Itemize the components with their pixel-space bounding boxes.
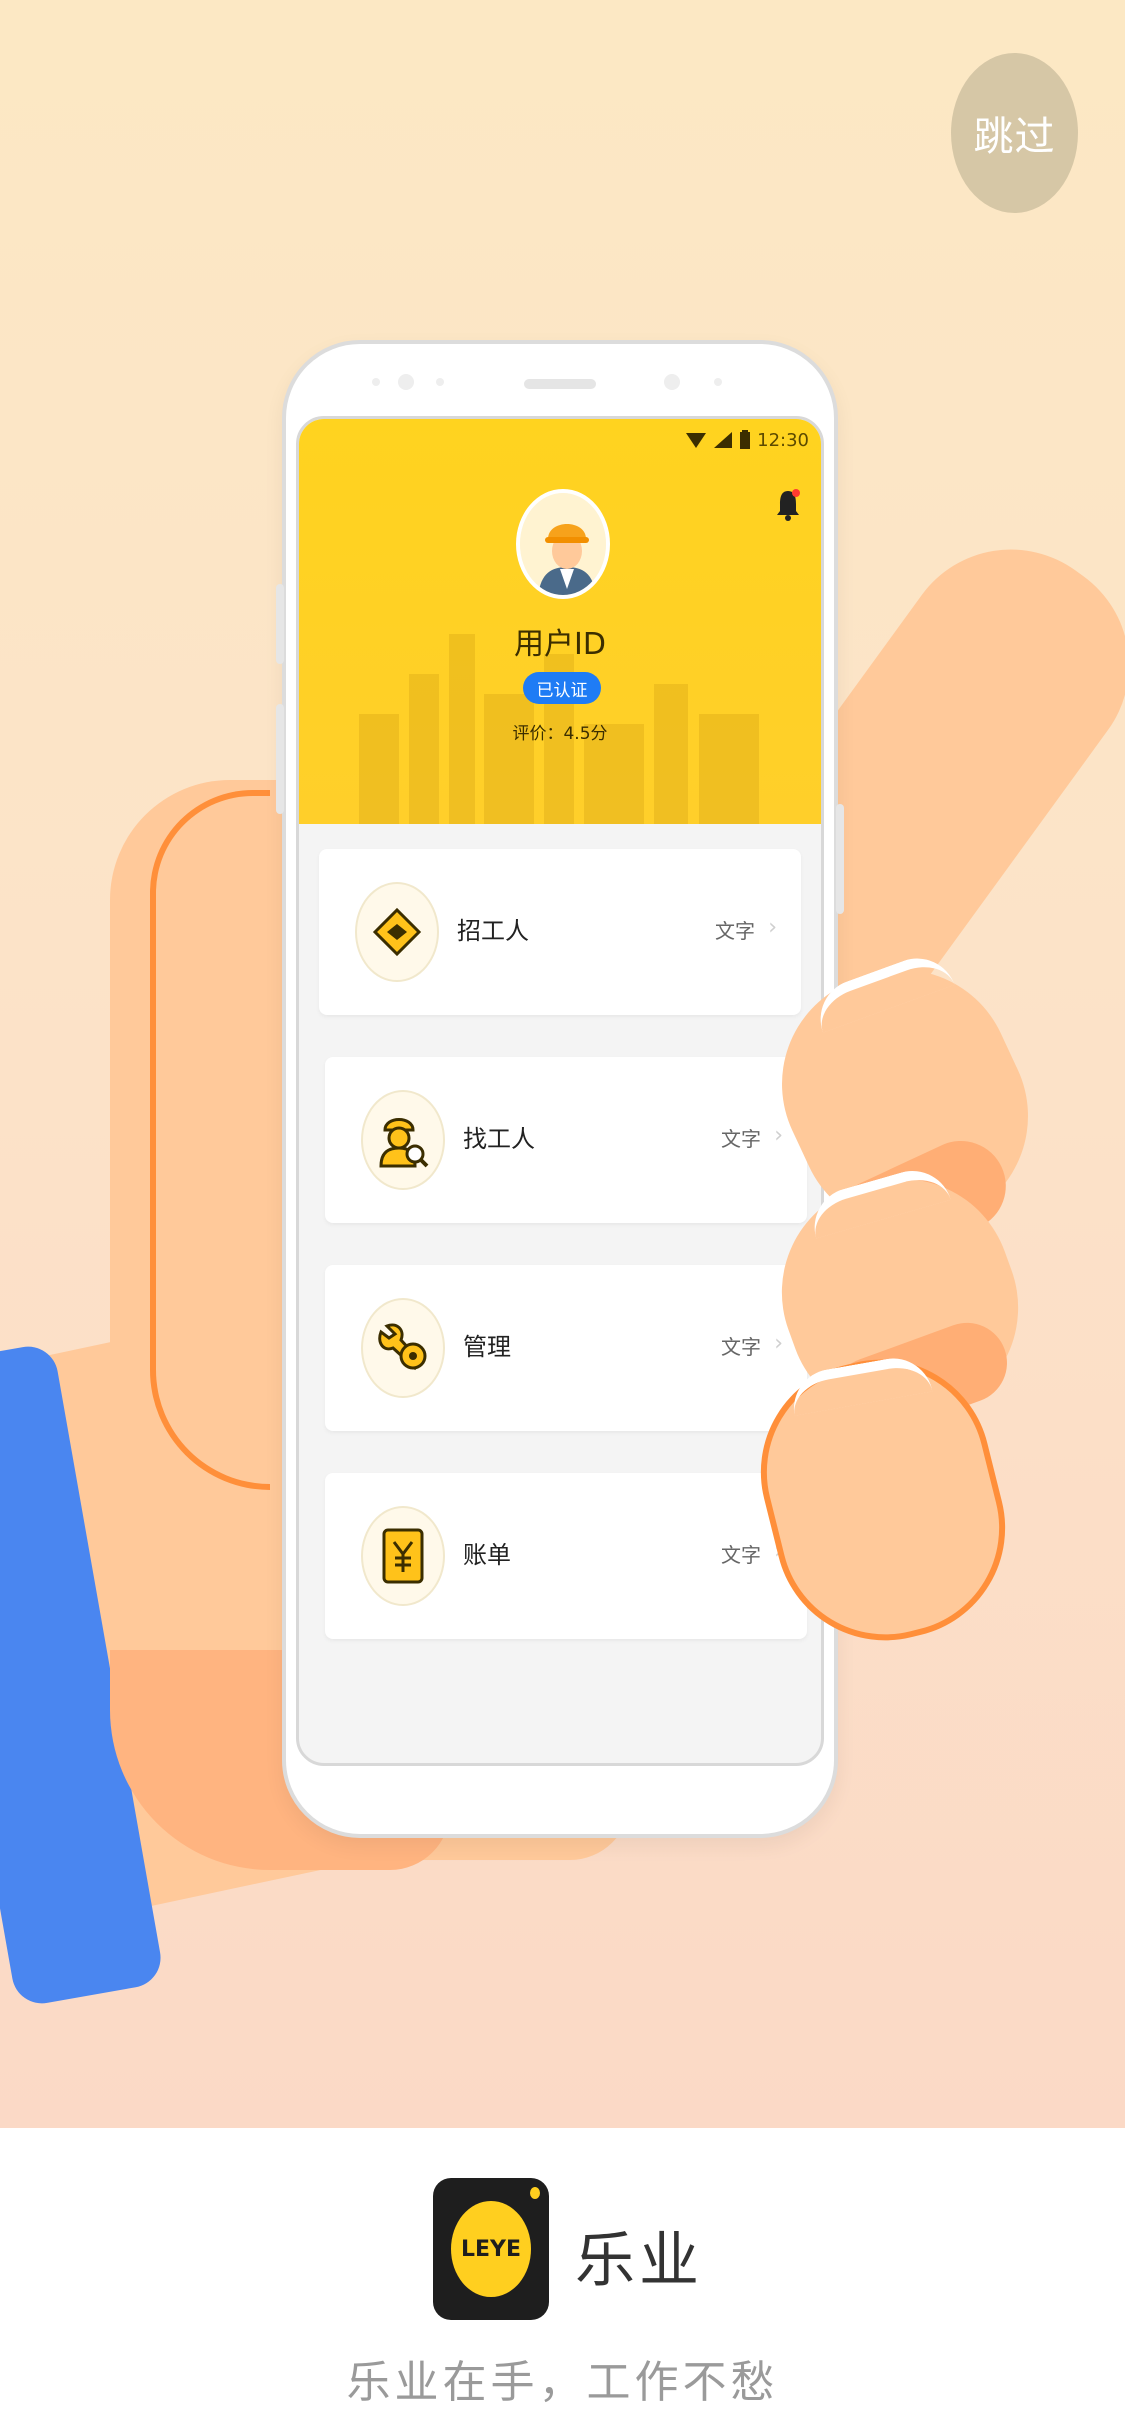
bell-icon[interactable] bbox=[775, 487, 801, 521]
phone-mockup: 12:30 用户ID 已认证 评价：4.5分 招工人 文字 › 找工人 文字 ›… bbox=[276, 340, 844, 1838]
front-camera bbox=[398, 374, 414, 390]
user-id: 用户ID bbox=[514, 627, 606, 662]
avatar[interactable] bbox=[516, 489, 610, 599]
menu-icon-wrap bbox=[361, 1506, 445, 1606]
app-slogan: 乐业在手，工作不愁 bbox=[346, 2357, 779, 2408]
phone-side-button bbox=[276, 704, 284, 814]
sensor-dot bbox=[436, 378, 444, 386]
menu-label: 招工人 bbox=[457, 917, 529, 945]
worker-search-icon bbox=[379, 1118, 429, 1168]
menu-item-bill[interactable]: 账单 文字 › bbox=[325, 1473, 807, 1639]
status-time: 12:30 bbox=[757, 429, 809, 451]
chevron-right-icon: › bbox=[774, 1331, 783, 1356]
menu-icon-wrap bbox=[361, 1298, 445, 1398]
menu-icon-wrap bbox=[355, 882, 439, 982]
menu-label: 账单 bbox=[463, 1541, 511, 1569]
menu-label: 找工人 bbox=[463, 1125, 535, 1153]
sensor-dot bbox=[714, 378, 722, 386]
menu-value: 文字 bbox=[715, 919, 755, 943]
app-logo: LEYE bbox=[433, 2178, 549, 2320]
app-name: 乐业 bbox=[575, 2226, 703, 2296]
phone-side-button bbox=[276, 584, 284, 664]
logo-circle: LEYE bbox=[451, 2201, 531, 2297]
sensor-dot bbox=[372, 378, 380, 386]
phone-screen: 12:30 用户ID 已认证 评价：4.5分 招工人 文字 › 找工人 文字 ›… bbox=[296, 416, 824, 1766]
menu-value: 文字 bbox=[721, 1127, 761, 1151]
menu-label: 管理 bbox=[463, 1333, 511, 1361]
chevron-right-icon: › bbox=[774, 1123, 783, 1148]
worker-avatar-icon bbox=[520, 493, 606, 595]
chevron-right-icon: › bbox=[768, 915, 777, 940]
phone-side-button bbox=[836, 804, 844, 914]
wifi-icon bbox=[686, 433, 707, 448]
menu-item-recruit[interactable]: 招工人 文字 › bbox=[319, 849, 801, 1015]
status-bar: 12:30 bbox=[685, 427, 809, 453]
skip-button[interactable]: 跳过 bbox=[951, 53, 1078, 213]
menu-value: 文字 bbox=[721, 1335, 761, 1359]
menu-value: 文字 bbox=[721, 1543, 761, 1567]
battery-icon bbox=[740, 430, 751, 449]
menu-icon-wrap bbox=[361, 1090, 445, 1190]
menu-item-manage[interactable]: 管理 文字 › bbox=[325, 1265, 807, 1431]
signal-icon bbox=[714, 432, 733, 448]
yuan-bill-icon bbox=[382, 1528, 424, 1584]
earpiece-speaker bbox=[524, 379, 596, 389]
verified-badge: 已认证 bbox=[523, 672, 601, 704]
logo-dot bbox=[527, 2184, 543, 2202]
wrench-gear-icon bbox=[378, 1323, 427, 1371]
proximity-sensor bbox=[664, 374, 680, 390]
onboarding-illustration: 12:30 用户ID 已认证 评价：4.5分 招工人 文字 › 找工人 文字 ›… bbox=[0, 0, 1125, 2128]
user-rating: 评价：4.5分 bbox=[512, 724, 608, 744]
thumb-outline bbox=[150, 790, 270, 1490]
profile-header: 12:30 用户ID 已认证 评价：4.5分 bbox=[299, 419, 821, 824]
menu-item-find-worker[interactable]: 找工人 文字 › bbox=[325, 1057, 807, 1223]
handshake-icon bbox=[372, 907, 422, 957]
